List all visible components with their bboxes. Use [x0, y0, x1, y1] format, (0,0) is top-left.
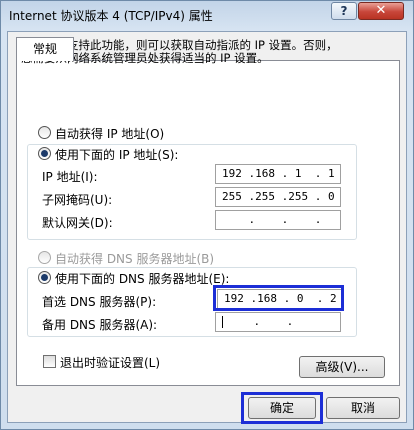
ip-description: 如果网络支持此功能，则可以获取自动指派的 IP 设置。否则， 您需要从网络系统管… — [21, 39, 381, 65]
alternate-dns-field[interactable]: . . — [215, 312, 341, 332]
auto-dns-label[interactable]: 自动获得 DNS 服务器地址(B) — [55, 250, 214, 267]
alternate-dns-label: 备用 DNS 服务器(A): — [42, 318, 158, 332]
alternate-dns-value: . . — [227, 315, 320, 328]
auto-ip-radio[interactable] — [38, 126, 51, 139]
validate-on-exit-label[interactable]: 退出时验证设置(L) — [60, 354, 160, 371]
ok-button-highlight — [241, 392, 323, 424]
manual-ip-radio[interactable] — [38, 147, 51, 160]
help-button[interactable]: ? — [331, 2, 357, 20]
validate-on-exit-checkbox[interactable] — [43, 355, 56, 368]
cancel-button[interactable]: 取消 — [326, 397, 400, 419]
ip-address-field[interactable]: 192 .168 . 1 . 1 — [215, 164, 341, 184]
ip-address-label: IP 地址(I): — [42, 170, 98, 184]
text-cursor — [222, 316, 223, 328]
auto-dns-radio[interactable] — [38, 251, 51, 264]
advanced-button[interactable]: 高级(V)... — [299, 356, 385, 378]
description-line-2: 您需要从网络系统管理员处获得适当的 IP 设置。 — [21, 51, 269, 65]
default-gateway-label: 默认网关(D): — [42, 216, 113, 230]
default-gateway-field[interactable]: . . . — [215, 210, 341, 230]
preferred-dns-highlight — [213, 285, 344, 311]
title-bar[interactable]: Internet 协议版本 4 (TCP/IPv4) 属性 ? ✕ — [1, 1, 414, 27]
close-button[interactable]: ✕ — [358, 2, 404, 20]
dialog-window: Internet 协议版本 4 (TCP/IPv4) 属性 ? ✕ 常规 如果网… — [0, 0, 414, 430]
subnet-mask-field[interactable]: 255 .255 .255 . 0 — [215, 187, 341, 207]
manual-dns-radio[interactable] — [38, 271, 51, 284]
tab-general[interactable]: 常规 — [16, 37, 74, 61]
preferred-dns-label: 首选 DNS 服务器(P): — [42, 295, 157, 309]
auto-ip-label[interactable]: 自动获得 IP 地址(O) — [55, 125, 164, 142]
subnet-mask-label: 子网掩码(U): — [42, 193, 113, 207]
window-title: Internet 协议版本 4 (TCP/IPv4) 属性 — [9, 9, 213, 23]
manual-ip-label[interactable]: 使用下面的 IP 地址(S): — [55, 146, 178, 163]
manual-dns-label[interactable]: 使用下面的 DNS 服务器地址(E): — [55, 270, 229, 287]
